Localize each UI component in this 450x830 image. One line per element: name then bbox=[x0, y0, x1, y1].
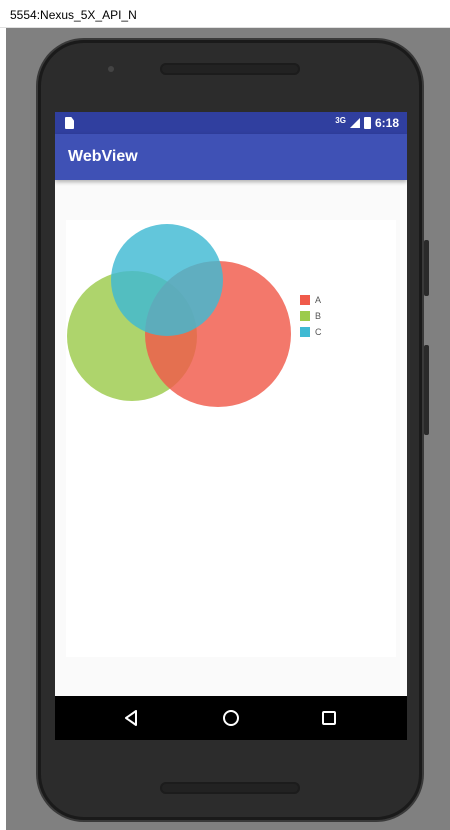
back-triangle-icon bbox=[125, 710, 137, 726]
webview-content[interactable]: ABC bbox=[66, 220, 396, 657]
emulator-title-bar: 5554:Nexus_5X_API_N bbox=[0, 0, 450, 28]
clock: 6:18 bbox=[374, 116, 399, 130]
venn-diagram: ABC bbox=[67, 224, 322, 407]
network-type-label: 3G bbox=[335, 115, 346, 125]
venn-circle-c bbox=[111, 224, 223, 336]
navigation-bar bbox=[55, 696, 407, 740]
legend-swatch-a bbox=[300, 295, 310, 305]
recents-button[interactable] bbox=[319, 708, 339, 728]
status-indicators: 3G 6:18 bbox=[335, 115, 399, 131]
bottom-speaker bbox=[160, 782, 300, 794]
legend-label-b: B bbox=[315, 311, 321, 321]
recents-square-icon bbox=[322, 711, 336, 725]
top-speaker bbox=[160, 63, 300, 75]
battery-icon bbox=[363, 117, 371, 129]
legend-swatch-c bbox=[300, 327, 310, 337]
phone-screen: 3G 6:18 WebView ABC bbox=[55, 112, 407, 740]
status-bar: 3G 6:18 bbox=[55, 112, 407, 134]
home-circle-icon bbox=[223, 710, 239, 726]
legend-label-a: A bbox=[315, 295, 321, 305]
app-title: WebView bbox=[68, 148, 138, 165]
legend-label-c: C bbox=[315, 327, 322, 337]
signal-icon bbox=[349, 118, 360, 128]
front-camera bbox=[108, 66, 114, 72]
back-button[interactable] bbox=[121, 708, 141, 728]
power-button[interactable] bbox=[424, 240, 429, 296]
home-button[interactable] bbox=[221, 708, 241, 728]
volume-button[interactable] bbox=[424, 345, 429, 435]
emulator-title: 5554:Nexus_5X_API_N bbox=[10, 8, 137, 22]
app-bar: WebView bbox=[55, 134, 407, 180]
legend-swatch-b bbox=[300, 311, 310, 321]
sim-card-icon bbox=[65, 117, 74, 129]
